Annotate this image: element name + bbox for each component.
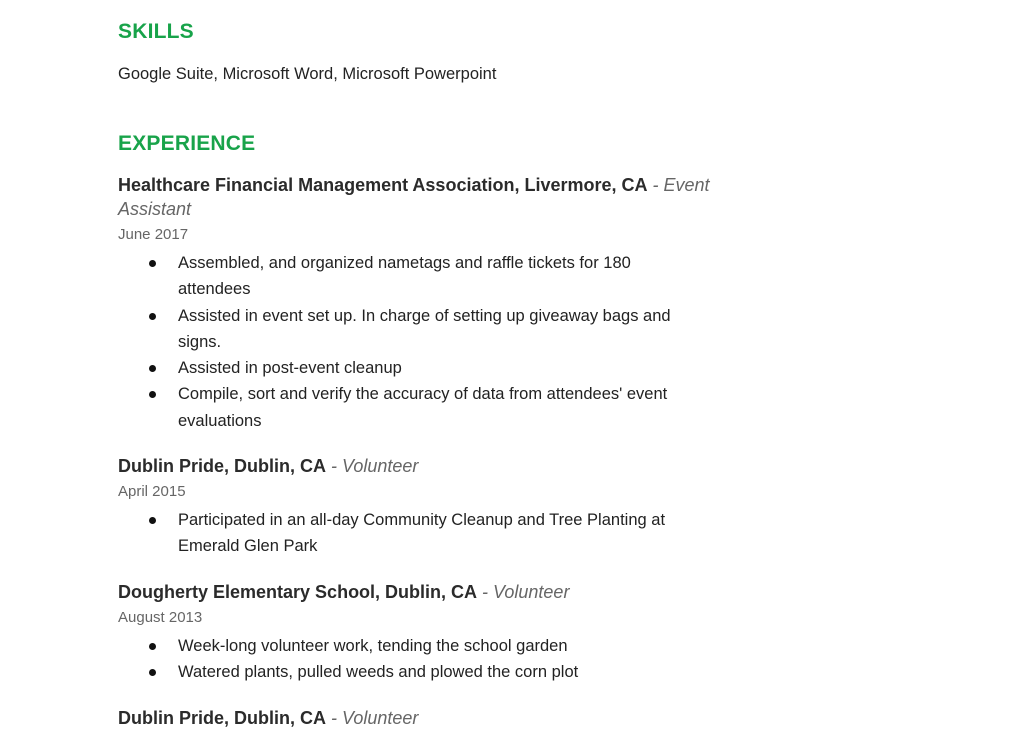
job-bullet: Watered plants, pulled weeds and plowed … [118,659,698,685]
job-bullet: Week-long volunteer work, tending the sc… [118,633,698,659]
job-title: Dougherty Elementary School, Dublin, CA … [118,580,758,604]
job-bullet-text: Assisted in event set up. In charge of s… [178,306,671,351]
job-role: Volunteer [342,456,419,476]
job-date: April 2015 [118,483,186,500]
job-title: Dublin Pride, Dublin, CA - Volunteer [118,706,758,730]
job-date: August 2013 [118,609,203,626]
skills-text: Google Suite, Microsoft Word, Microsoft … [118,65,497,83]
job-bullet: Assembled, and organized nametags and ra… [118,250,698,303]
bullet-icon [149,517,156,524]
job-organization: Dublin Pride, Dublin, CA [118,708,326,728]
job-role: Volunteer [342,708,419,728]
experience-entry: Dougherty Elementary School, Dublin, CA … [118,580,758,686]
job-bullet-text: Assembled, and organized nametags and ra… [178,254,631,299]
job-organization: Dougherty Elementary School, Dublin, CA [118,582,478,602]
job-bullet-text: Compile, sort and verify the accuracy of… [178,385,668,430]
job-bullet-list: Participated in an all-day Community Cle… [118,507,758,560]
job-bullet-list: Assembled, and organized nametags and ra… [118,250,758,434]
job-bullet: Assisted in event set up. In charge of s… [118,303,698,356]
job-bullet: Compile, sort and verify the accuracy of… [118,381,698,434]
bullet-icon [149,643,156,650]
job-bullet: Assisted in post-event cleanup [118,355,698,381]
job-bullet: Participated in an all-day Community Cle… [118,507,698,560]
job-date: June 2017 [118,226,189,243]
job-bullet-list: Week-long volunteer work, tending the sc… [118,633,758,686]
bullet-icon [149,312,156,320]
job-role: Volunteer [493,582,570,602]
bullet-icon [149,260,156,267]
job-bullet-text: Watered plants, pulled weeds and plowed … [178,663,579,682]
job-separator: - [647,175,664,195]
job-title: Healthcare Financial Management Associat… [118,173,758,221]
experience-entry: Healthcare Financial Management Associat… [118,173,758,434]
job-separator: - [326,456,342,476]
job-organization: Healthcare Financial Management Associat… [118,175,648,195]
job-bullet-text: Participated in an all-day Community Cle… [178,511,666,556]
experience-entry: Dublin Pride, Dublin, CA - Volunteer Apr… [118,454,758,560]
job-bullet-text: Week-long volunteer work, tending the sc… [178,637,568,655]
skills-heading: SKILLS [118,20,194,43]
job-separator: - [477,582,494,602]
job-title: Dublin Pride, Dublin, CA - Volunteer [118,454,758,478]
job-separator: - [326,708,342,728]
bullet-icon [149,669,156,677]
bullet-icon [149,391,156,399]
bullet-icon [149,365,156,373]
job-organization: Dublin Pride, Dublin, CA [118,456,326,476]
experience-entry: Dublin Pride, Dublin, CA - Volunteer [118,706,758,730]
experience-heading: EXPERIENCE [118,132,256,155]
job-bullet-text: Assisted in post-event cleanup [178,359,402,378]
